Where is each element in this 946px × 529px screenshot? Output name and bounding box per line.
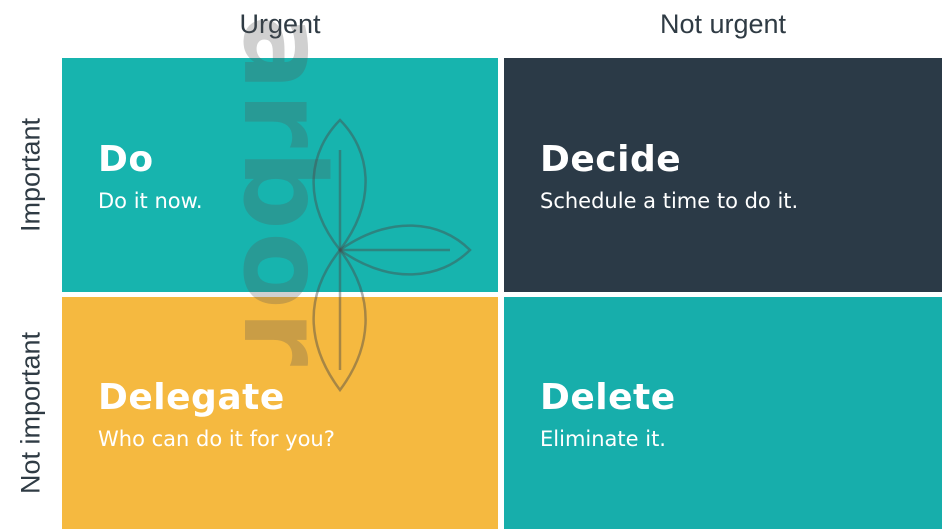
quadrant-subtitle-delete: Eliminate it.: [540, 427, 666, 451]
quadrant-do: Do Do it now.: [62, 58, 498, 292]
row-header-important: Important: [6, 58, 56, 292]
quadrant-title-decide: Decide: [540, 139, 682, 180]
row-label-important: Important: [15, 117, 46, 233]
row-label-not-important: Not important: [15, 331, 46, 494]
quadrant-title-delete: Delete: [540, 377, 676, 418]
quadrant-delegate: Delegate Who can do it for you?: [62, 297, 498, 529]
quadrant-subtitle-do: Do it now.: [98, 189, 203, 213]
quadrant-subtitle-decide: Schedule a time to do it.: [540, 189, 799, 213]
quadrant-delete: Delete Eliminate it.: [504, 297, 942, 529]
column-header-not-urgent: Not urgent: [659, 9, 787, 39]
quadrant-title-do: Do: [98, 139, 154, 180]
quadrant-decide: Decide Schedule a time to do it.: [504, 58, 942, 292]
column-header-urgent: Urgent: [239, 9, 321, 39]
row-header-not-important: Not important: [6, 296, 56, 529]
quadrant-title-delegate: Delegate: [98, 377, 285, 418]
quadrant-subtitle-delegate: Who can do it for you?: [98, 427, 335, 451]
